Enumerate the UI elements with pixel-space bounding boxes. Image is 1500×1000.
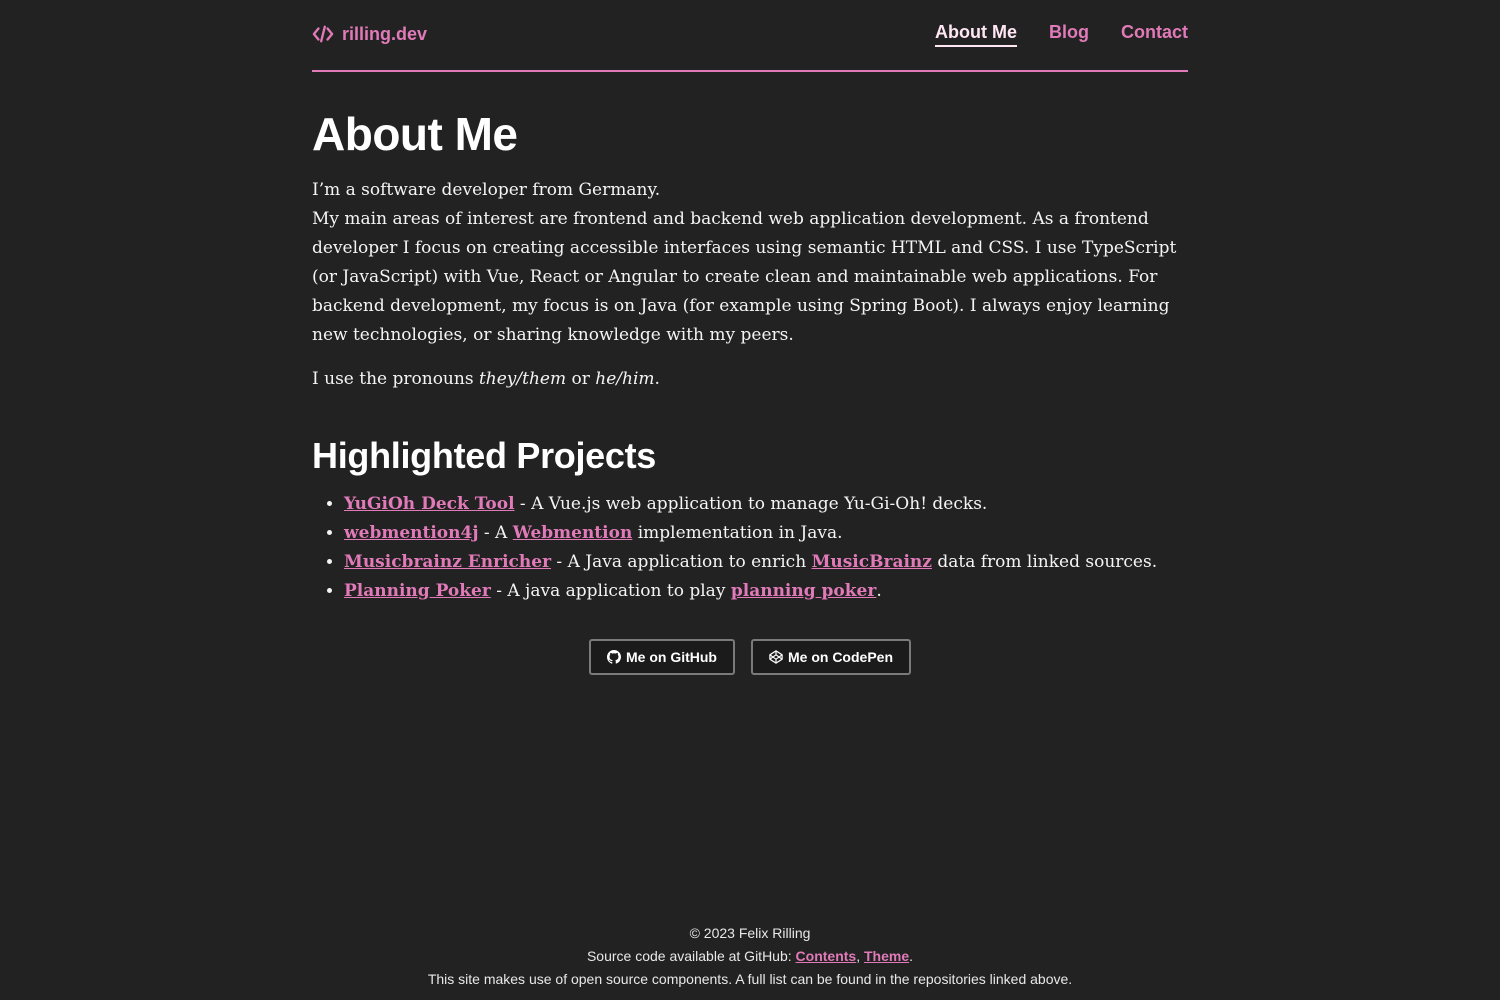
project-link-yugioh-deck-tool[interactable]: YuGiOh Deck Tool [344, 494, 515, 514]
project-description: - A [478, 523, 513, 543]
footer-notice: This site makes use of open source compo… [427, 971, 1073, 987]
footer-source-suffix: . [909, 948, 914, 964]
link-webmention[interactable]: Webmention [513, 523, 633, 543]
nav-contact[interactable]: Contact [1121, 22, 1188, 47]
codepen-icon [769, 650, 783, 664]
pronouns-middle: or [566, 369, 596, 389]
footer-source-text: Source code available at GitHub: [586, 948, 796, 964]
intro-section: I’m a software developer from Germany. M… [312, 176, 1188, 350]
link-planning-poker[interactable]: planning poker [731, 581, 876, 601]
pronoun-they-them: they/them [478, 369, 567, 389]
link-musicbrainz[interactable]: MusicBrainz [812, 552, 932, 572]
project-link-musicbrainz-enricher[interactable]: Musicbrainz Enricher [344, 552, 551, 572]
profile-buttons: Me on GitHub Me on CodePen [312, 639, 1188, 675]
footer-separator: , [856, 948, 864, 964]
pronouns-suffix: . [654, 369, 660, 389]
codepen-button-label: Me on CodePen [787, 649, 893, 665]
main-content: About Me I’m a software developer from G… [312, 108, 1188, 675]
page-container: rilling.dev About Me Blog Contact About … [312, 0, 1188, 675]
project-item: YuGiOh Deck Tool - A Vue.js web applicat… [344, 490, 1188, 519]
footer-theme-link[interactable]: Theme [864, 948, 909, 964]
project-item: Planning Poker - A java application to p… [344, 577, 1188, 606]
brand-name: rilling.dev [342, 23, 428, 44]
nav-about-me[interactable]: About Me [935, 22, 1017, 47]
github-icon [606, 650, 621, 664]
project-description-end: . [876, 581, 882, 601]
project-description-end: data from linked sources. [931, 552, 1158, 572]
main-nav: About Me Blog Contact [935, 22, 1188, 47]
pronoun-he-him: he/him [595, 369, 655, 389]
nav-blog[interactable]: Blog [1049, 22, 1089, 47]
site-header: rilling.dev About Me Blog Contact [312, 0, 1188, 72]
code-icon [312, 25, 334, 43]
codepen-button[interactable]: Me on CodePen [750, 639, 911, 675]
project-description: - A java application to play [490, 581, 731, 601]
pronouns-paragraph: I use the pronouns they/them or he/him. [312, 365, 1188, 394]
project-description: - A Vue.js web application to manage Yu-… [514, 494, 988, 514]
github-button[interactable]: Me on GitHub [588, 639, 735, 675]
pronouns-prefix: I use the pronouns [312, 369, 479, 389]
project-description: - A Java application to enrich [551, 552, 812, 572]
github-button-label: Me on GitHub [625, 649, 717, 665]
brand-link[interactable]: rilling.dev [312, 24, 427, 45]
footer-copyright: © 2023 Felix Rilling [689, 925, 811, 941]
footer-source: Source code available at GitHub: Content… [0, 945, 1500, 968]
project-link-planning-poker[interactable]: Planning Poker [344, 581, 491, 601]
intro-line-1: I’m a software developer from Germany. [312, 180, 661, 200]
project-item: webmention4j - A Webmention implementati… [344, 519, 1188, 548]
projects-heading: Highlighted Projects [312, 435, 657, 476]
project-link-webmention4j[interactable]: webmention4j [344, 523, 479, 543]
intro-line-2: My main areas of interest are frontend a… [312, 209, 1177, 345]
footer-contents-link[interactable]: Contents [796, 948, 857, 964]
page-title: About Me [312, 108, 518, 160]
project-item: Musicbrainz Enricher - A Java applicatio… [344, 548, 1188, 577]
site-footer: © 2023 Felix Rilling Source code availab… [0, 922, 1500, 991]
project-description-end: implementation in Java. [632, 523, 843, 543]
projects-list: YuGiOh Deck Tool - A Vue.js web applicat… [312, 490, 1188, 606]
